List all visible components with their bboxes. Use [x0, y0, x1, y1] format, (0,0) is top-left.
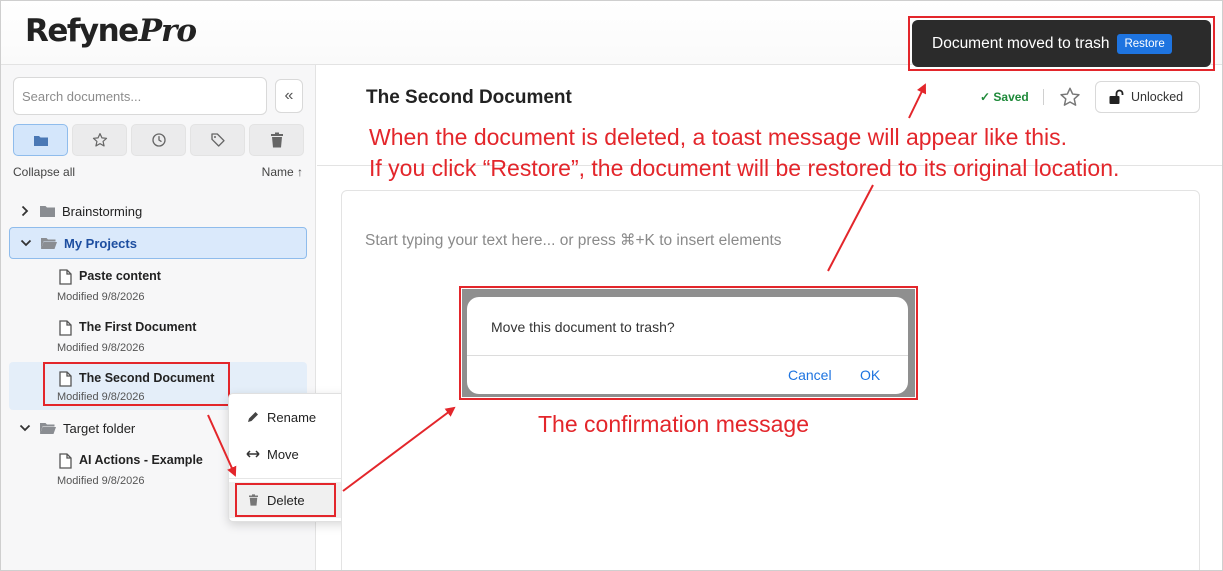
arrow-to-dialog-from-text [827, 184, 874, 272]
app-window: RefynePro « Collapse all Name ↑ [0, 0, 1223, 571]
annotation-arrows [207, 83, 927, 492]
arrow-to-delete [207, 414, 237, 477]
arrow-to-toast [908, 83, 927, 119]
arrow-to-confirm [342, 406, 456, 492]
